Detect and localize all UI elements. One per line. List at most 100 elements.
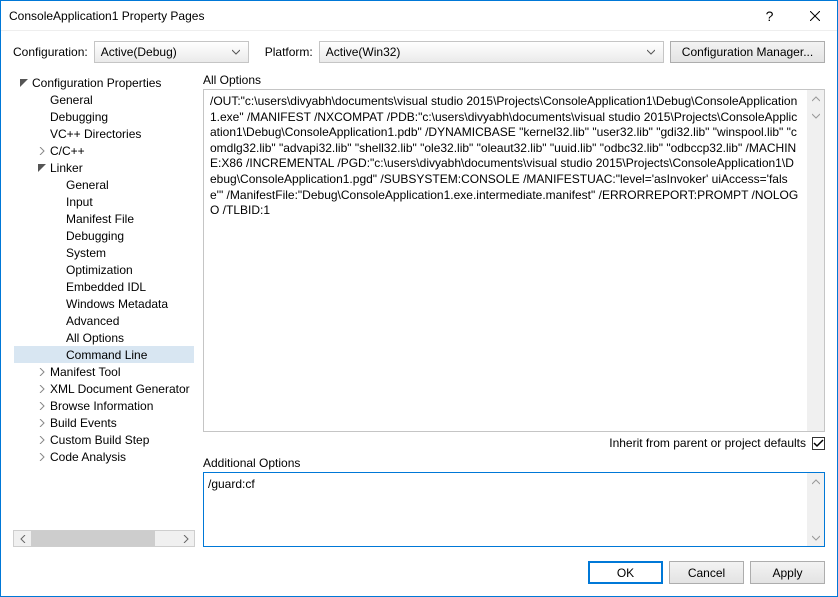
- tree-item-input[interactable]: Input: [14, 193, 194, 210]
- config-row: Configuration: Active(Debug) Platform: A…: [1, 31, 837, 69]
- scroll-down-icon[interactable]: [807, 107, 824, 124]
- tree-item-linker[interactable]: Linker: [14, 159, 194, 176]
- close-button[interactable]: [792, 1, 837, 30]
- tree-item-label: Manifest File: [66, 212, 134, 226]
- all-options-vertical-scrollbar[interactable]: [807, 90, 824, 431]
- apply-button[interactable]: Apply: [750, 561, 825, 584]
- tree-item-label: Browse Information: [50, 399, 153, 413]
- tree-item-label: Build Events: [50, 416, 117, 430]
- ok-button[interactable]: OK: [588, 561, 663, 584]
- tree-root[interactable]: Configuration Properties: [14, 74, 194, 91]
- all-options-text: /OUT:"c:\users\divyabh\documents\visual …: [210, 94, 818, 219]
- tree-item-manifest-tool[interactable]: Manifest Tool: [14, 363, 194, 380]
- tree-item-advanced[interactable]: Advanced: [14, 312, 194, 329]
- tree-item-c-c-[interactable]: C/C++: [14, 142, 194, 159]
- tree-panel: Configuration Properties General Debugging…: [13, 69, 195, 547]
- chevron-down-icon: [228, 48, 244, 56]
- tree-item-code-analysis[interactable]: Code Analysis: [14, 448, 194, 465]
- expand-open-icon[interactable]: [18, 79, 30, 87]
- tree-item-xml-document-generator[interactable]: XML Document Generator: [14, 380, 194, 397]
- inherit-row: Inherit from parent or project defaults: [203, 436, 825, 450]
- tree-item-label: Command Line: [66, 348, 147, 362]
- tree-item-manifest-file[interactable]: Manifest File: [14, 210, 194, 227]
- tree-item-debugging[interactable]: Debugging: [14, 108, 194, 125]
- expand-closed-icon[interactable]: [36, 147, 48, 155]
- tree-item-label: Custom Build Step: [50, 433, 149, 447]
- ok-label: OK: [617, 566, 634, 580]
- configuration-combo[interactable]: Active(Debug): [94, 41, 249, 63]
- window-title: ConsoleApplication1 Property Pages: [9, 9, 747, 23]
- expand-closed-icon[interactable]: [36, 368, 48, 376]
- tree-item-label: System: [66, 246, 106, 260]
- chevron-down-icon: [643, 48, 659, 56]
- scroll-thumb[interactable]: [31, 531, 155, 546]
- scroll-left-icon[interactable]: [14, 531, 31, 546]
- platform-combo[interactable]: Active(Win32): [319, 41, 664, 63]
- tree-item-all-options[interactable]: All Options: [14, 329, 194, 346]
- inherit-checkbox[interactable]: [812, 437, 825, 450]
- tree-item-label: Debugging: [66, 229, 124, 243]
- tree-item-label: Optimization: [66, 263, 133, 277]
- additional-options-textbox[interactable]: /guard:cf: [203, 472, 825, 547]
- expand-closed-icon[interactable]: [36, 402, 48, 410]
- expand-closed-icon[interactable]: [36, 419, 48, 427]
- tree-item-label: Embedded IDL: [66, 280, 146, 294]
- apply-label: Apply: [772, 566, 802, 580]
- tree-item-browse-information[interactable]: Browse Information: [14, 397, 194, 414]
- tree-item-command-line[interactable]: Command Line: [14, 346, 194, 363]
- platform-value: Active(Win32): [326, 45, 401, 59]
- tree-item-optimization[interactable]: Optimization: [14, 261, 194, 278]
- expand-open-icon[interactable]: [36, 164, 48, 172]
- tree-item-vc-directories[interactable]: VC++ Directories: [14, 125, 194, 142]
- platform-label: Platform:: [265, 45, 313, 59]
- configuration-label: Configuration:: [13, 45, 88, 59]
- tree-item-windows-metadata[interactable]: Windows Metadata: [14, 295, 194, 312]
- tree-item-label: Linker: [50, 161, 83, 175]
- tree-item-label: Advanced: [66, 314, 119, 328]
- additional-options-label: Additional Options: [203, 456, 825, 470]
- all-options-label: All Options: [203, 73, 825, 87]
- tree-item-label: All Options: [66, 331, 124, 345]
- expand-closed-icon[interactable]: [36, 436, 48, 444]
- expand-closed-icon[interactable]: [36, 385, 48, 393]
- body: Configuration Properties General Debugging…: [1, 69, 837, 553]
- right-panel: All Options /OUT:"c:\users\divyabh\docum…: [203, 69, 825, 547]
- scroll-up-icon[interactable]: [807, 473, 824, 490]
- tree-item-label: General: [50, 93, 93, 107]
- scroll-right-icon[interactable]: [177, 531, 194, 546]
- tree-horizontal-scrollbar[interactable]: [13, 530, 195, 547]
- additional-options-vertical-scrollbar[interactable]: [807, 473, 824, 546]
- help-button[interactable]: ?: [747, 1, 792, 30]
- tree-item-label: XML Document Generator: [50, 382, 190, 396]
- properties-tree[interactable]: Configuration Properties General Debugging…: [13, 69, 195, 530]
- configuration-value: Active(Debug): [101, 45, 177, 59]
- scroll-up-icon[interactable]: [807, 90, 824, 107]
- close-icon: [810, 11, 820, 21]
- tree-item-label: Manifest Tool: [50, 365, 120, 379]
- all-options-textbox[interactable]: /OUT:"c:\users\divyabh\documents\visual …: [203, 89, 825, 432]
- expand-closed-icon[interactable]: [36, 453, 48, 461]
- tree-item-label: General: [66, 178, 109, 192]
- cancel-label: Cancel: [688, 566, 725, 580]
- configuration-manager-button[interactable]: Configuration Manager...: [670, 41, 825, 63]
- tree-item-build-events[interactable]: Build Events: [14, 414, 194, 431]
- tree-item-debugging[interactable]: Debugging: [14, 227, 194, 244]
- tree-item-label: Debugging: [50, 110, 108, 124]
- inherit-label: Inherit from parent or project defaults: [609, 436, 806, 450]
- tree-root-label: Configuration Properties: [32, 76, 161, 90]
- checkmark-icon: [813, 438, 824, 449]
- tree-item-system[interactable]: System: [14, 244, 194, 261]
- configuration-manager-label: Configuration Manager...: [682, 45, 813, 59]
- cancel-button[interactable]: Cancel: [669, 561, 744, 584]
- titlebar: ConsoleApplication1 Property Pages ?: [1, 1, 837, 31]
- scroll-track[interactable]: [31, 531, 177, 546]
- tree-item-general[interactable]: General: [14, 176, 194, 193]
- property-pages-window: ConsoleApplication1 Property Pages ? Con…: [0, 0, 838, 597]
- tree-item-custom-build-step[interactable]: Custom Build Step: [14, 431, 194, 448]
- tree-item-embedded-idl[interactable]: Embedded IDL: [14, 278, 194, 295]
- tree-item-label: C/C++: [50, 144, 85, 158]
- tree-item-general[interactable]: General: [14, 91, 194, 108]
- tree-item-label: VC++ Directories: [50, 127, 141, 141]
- scroll-down-icon[interactable]: [807, 529, 824, 546]
- text-cursor: [255, 475, 256, 488]
